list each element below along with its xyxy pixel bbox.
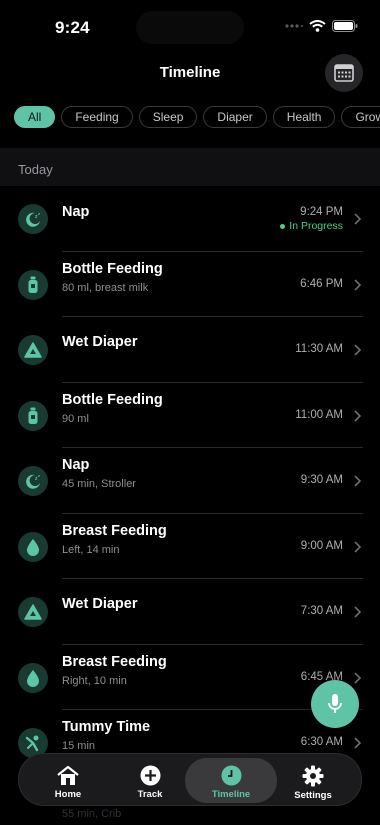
timeline-entry[interactable]: Bottle Feeding 80 ml, breast milk 6:46 P… [0,252,380,317]
status-icons [285,20,358,32]
filter-feeding[interactable]: Feeding [61,106,133,128]
chevron-right-icon [354,540,362,553]
entry-title: Nap [62,457,90,473]
status-time: 9:24 [55,18,90,37]
entry-title: Wet Diaper [62,596,138,612]
entry-time: 6:46 PM [300,277,343,290]
entry-title: Breast Feeding [62,653,167,670]
page-title: Timeline [159,64,221,81]
entry-subtitle: 55 min, Crib [62,808,122,820]
entry-title: Bottle Feeding [62,391,163,408]
chevron-right-icon [354,737,362,749]
bottle-icon [18,400,48,431]
entry-title: Wet Diaper [62,334,138,350]
entry-time: 9:24 PM [300,206,343,218]
timeline-entry[interactable]: zz Nap 45 min, Stroller 9:30 AM [0,448,380,514]
entry-title: Tummy Time [62,719,151,735]
entry-time: 9:00 AM [300,539,343,552]
chevron-right-icon [354,278,362,291]
signal-icon [285,24,303,28]
entry-subtitle: 15 min [62,740,96,752]
moon-icon: zz [18,204,48,234]
dynamic-island [136,11,244,44]
calendar-button[interactable] [325,54,363,92]
chevron-right-icon [354,606,362,618]
bottle-icon [18,269,48,300]
entry-title: Breast Feeding [62,522,167,539]
home-icon [57,765,79,785]
clock-icon [221,765,241,786]
entry-subtitle: Left, 14 min [62,543,120,556]
status-badge: In Progress [280,220,343,232]
filter-sleep[interactable]: Sleep [138,106,198,128]
section-header: Today [0,148,380,186]
drop-icon [18,662,48,693]
chevron-right-icon [354,671,362,684]
partial-entry: 55 min, Crib [0,806,380,825]
drop-icon [18,531,48,562]
moon-icon: zz [18,466,48,496]
filter-all[interactable]: All [14,106,56,128]
tab-timeline-label: Timeline [211,789,251,800]
svg-text:z: z [38,473,40,478]
entry-time: 7:30 AM [300,605,343,617]
entry-subtitle: Right, 10 min [62,674,127,687]
plus-circle-icon [140,765,160,786]
tab-track[interactable]: Track [109,758,191,803]
status-bar: 9:24 [0,0,380,54]
filter-health[interactable]: Health [272,106,336,128]
tab-settings-label: Settings [294,790,332,801]
wifi-icon [309,20,326,32]
chevron-right-icon [354,409,362,422]
tab-home[interactable]: Home [27,758,109,803]
triangle-icon [18,597,48,627]
battery-icon [332,20,358,32]
voice-input-button[interactable] [311,680,359,728]
filter-bar: All Feeding Sleep Diaper Health Grow [0,106,380,130]
filter-growth[interactable]: Grow [341,106,380,128]
tab-timeline[interactable]: Timeline [185,758,277,803]
filter-diaper[interactable]: Diaper [203,106,267,128]
nav-bar: Timeline [0,54,380,94]
entry-time: 11:30 AM [295,343,343,355]
chevron-right-icon [354,213,362,225]
timeline-entry[interactable]: zz Nap 9:24 PM In Progress [0,186,380,252]
timeline-entry[interactable]: Wet Diaper 7:30 AM [0,579,380,645]
tab-settings[interactable]: Settings [272,758,354,803]
tab-track-label: Track [137,789,163,800]
timeline-entry[interactable]: Breast Feeding Left, 14 min 9:00 AM [0,514,380,579]
entry-subtitle: 80 ml, breast milk [62,281,149,294]
tab-home-label: Home [54,789,82,800]
timeline-entry[interactable]: Wet Diaper 11:30 AM [0,317,380,383]
microphone-icon [328,694,342,713]
tab-bar: Home Track Timeline Settings [18,753,362,806]
entry-subtitle: 90 ml [62,412,89,425]
chevron-right-icon [354,475,362,487]
entry-time: 6:30 AM [300,736,343,748]
gear-icon [302,765,324,787]
entry-title: Nap [62,204,90,220]
status-text: In Progress [289,220,343,232]
section-label: Today [18,162,53,177]
entry-subtitle: 45 min, Stroller [62,478,136,490]
triangle-icon [18,335,48,365]
calendar-icon [334,64,354,82]
entry-time: 9:30 AM [300,474,343,486]
status-dot [280,223,286,229]
svg-text:z: z [38,211,40,216]
entry-time: 11:00 AM [295,408,343,421]
timeline-entry[interactable]: Bottle Feeding 90 ml 11:00 AM [0,383,380,448]
chevron-right-icon [354,344,362,356]
entry-title: Bottle Feeding [62,260,163,277]
